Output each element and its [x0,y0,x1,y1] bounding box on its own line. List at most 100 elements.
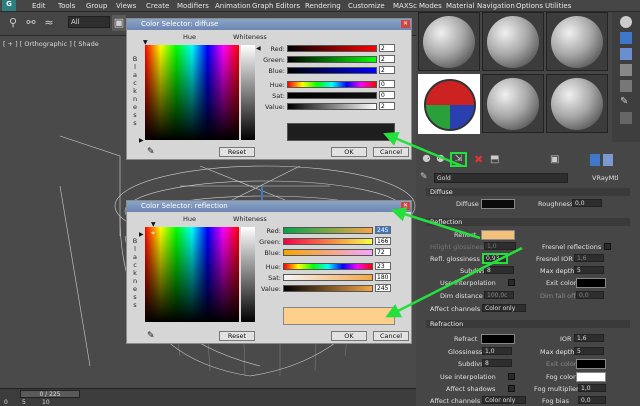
background-icon[interactable] [620,48,632,60]
eyedropper-icon[interactable]: ✎ [147,331,155,341]
ok-button[interactable]: OK [331,331,367,341]
hue-spinner[interactable]: 23 [375,262,391,270]
hue-slider[interactable] [283,263,373,270]
diffuse-dialog-titlebar[interactable]: Color Selector: diffuse ✕ [127,19,411,30]
refl-gloss-field[interactable]: 0,93 [482,253,508,264]
blue-spinner[interactable]: 72 [375,248,391,256]
video-check-icon[interactable] [620,80,632,92]
green-spinner[interactable]: 166 [375,237,391,245]
value-spinner[interactable]: 2 [379,102,395,110]
mat-menu-options[interactable]: Options [516,2,543,10]
dim-distance-field[interactable]: 100,0c [484,291,514,299]
refract-color-swatch[interactable] [481,334,515,344]
red-spinner[interactable]: 245 [375,226,391,234]
close-icon[interactable]: ✕ [401,20,410,28]
select-by-material-icon[interactable] [620,112,632,124]
menu-group[interactable]: Group [86,2,107,10]
reset-material-icon[interactable]: ✖ [474,153,483,166]
hilight-gloss-field[interactable]: 1,0 [484,242,516,250]
reflection-dialog-titlebar[interactable]: Color Selector: reflection ✕ [127,201,411,212]
refr-affect-channels-dropdown[interactable]: Color only [482,396,526,404]
mat-menu-navigation[interactable]: Navigation [477,2,515,10]
diffuse-section-header[interactable]: Diffuse [426,188,630,196]
hue-slider[interactable] [287,81,377,88]
mat-menu-modes[interactable]: Modes [419,2,442,10]
fresnel-checkbox[interactable] [604,243,611,250]
red-slider[interactable] [283,227,373,234]
menu-graph-editors[interactable]: Graph Editors [252,2,300,10]
red-spinner[interactable]: 2 [379,44,395,52]
link-icon[interactable]: ⚲ [6,15,20,31]
sat-slider[interactable] [287,92,377,99]
eyedropper-icon[interactable]: ✎ [147,147,155,157]
mat-menu-material[interactable]: Material [446,2,474,10]
fog-bias-field[interactable]: 0,0 [578,396,606,404]
sat-slider[interactable] [283,274,373,281]
value-spinner[interactable]: 245 [375,284,391,292]
fresnel-ior-field[interactable]: 1,6 [574,254,604,262]
refl-affect-channels-dropdown[interactable]: Color only [482,304,526,312]
refr-use-interp-checkbox[interactable] [508,373,515,380]
material-slot-6[interactable] [546,74,608,133]
material-slot-2[interactable] [482,12,544,71]
menu-modifiers[interactable]: Modifiers [177,2,209,10]
menu-maxscript[interactable]: MAXSc [393,2,417,10]
get-material-icon[interactable]: ⚈ [422,154,431,165]
refl-exit-color-swatch[interactable] [576,278,606,288]
green-slider[interactable] [283,238,373,245]
reflection-section-header[interactable]: Reflection [426,218,630,226]
go-to-parent-icon[interactable] [603,154,613,166]
cancel-button[interactable]: Cancel [373,147,409,157]
value-slider[interactable] [287,103,377,110]
reset-button[interactable]: Reset [219,147,255,157]
menu-rendering[interactable]: Rendering [305,2,341,10]
refl-subdivs-field[interactable]: 8 [484,266,514,274]
material-name-field[interactable]: Gold [434,173,568,183]
sat-spinner[interactable]: 180 [375,273,391,281]
blue-slider[interactable] [287,67,377,74]
timeline[interactable]: 0 / 225 0 5 10 [0,388,416,406]
green-slider[interactable] [287,56,377,63]
put-to-scene-icon[interactable]: ⚉ [436,154,445,165]
material-slot-1[interactable] [418,12,480,71]
ok-button[interactable]: OK [331,147,367,157]
menu-tools[interactable]: Tools [58,2,75,10]
ior-field[interactable]: 1,6 [574,334,604,342]
value-slider[interactable] [283,285,373,292]
select-object-icon[interactable]: ▣ [112,15,126,31]
hue-whiteness-spectrum[interactable] [145,45,239,140]
red-slider[interactable] [287,45,377,52]
material-type-button[interactable]: VRayMtl [592,174,619,182]
copy-material-icon[interactable]: ⬒ [490,154,499,165]
sample-type-icon[interactable] [620,16,632,28]
show-map-icon[interactable]: ▣ [550,154,559,165]
sat-spinner[interactable]: 0 [379,91,395,99]
refraction-section-header[interactable]: Refraction [426,320,630,328]
reflect-color-swatch[interactable] [481,230,515,240]
refl-use-interp-checkbox[interactable] [508,279,515,286]
reset-button[interactable]: Reset [219,331,255,341]
bind-spacewarp-icon[interactable]: ≈ [42,15,56,31]
refr-max-depth-field[interactable]: 5 [574,347,604,355]
mat-menu-utilities[interactable]: Utilities [545,2,571,10]
backlight-icon[interactable] [620,32,632,44]
green-spinner[interactable]: 2 [379,55,395,63]
close-icon[interactable]: ✕ [401,202,410,210]
whiteness-slider[interactable] [241,227,255,322]
magic-wand-icon[interactable]: ✎ [620,96,632,108]
hue-spinner[interactable]: 0 [379,80,395,88]
refl-max-depth-field[interactable]: 5 [574,266,604,274]
affect-shadows-checkbox[interactable] [508,385,515,392]
blue-spinner[interactable]: 2 [379,66,395,74]
refr-exit-color-swatch[interactable] [576,359,606,369]
menu-views[interactable]: Views [116,2,136,10]
menu-customize[interactable]: Customize [348,2,385,10]
options-icon[interactable] [620,64,632,76]
diffuse-color-swatch[interactable] [481,199,515,209]
blue-slider[interactable] [283,249,373,256]
time-slider[interactable]: 0 / 225 [20,390,80,398]
material-slot-3[interactable] [546,12,608,71]
cancel-button[interactable]: Cancel [373,331,409,341]
selection-filter-dropdown[interactable]: All [68,16,110,28]
eyedropper-icon[interactable]: ✎ [420,172,428,182]
